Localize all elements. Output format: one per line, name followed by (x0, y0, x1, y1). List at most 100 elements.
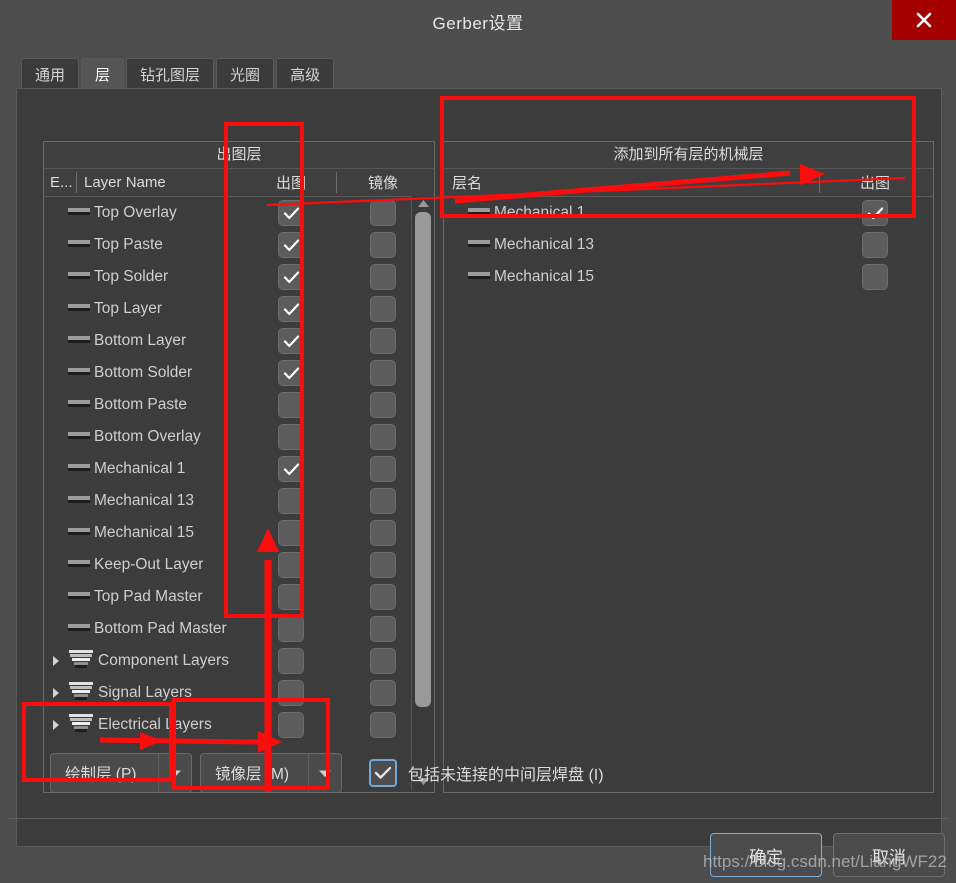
layer-color-icon (68, 396, 90, 414)
checkbox-cell (246, 389, 336, 421)
layer-color-icon-cell (64, 204, 94, 222)
mech-plot-checkbox[interactable] (862, 232, 888, 258)
tab-layers[interactable]: 层 (81, 58, 125, 89)
plot-checkbox[interactable] (278, 648, 304, 674)
plot-layers-panel: 出图层 E... Layer Name 出图 镜像 Top Overlay Top… (43, 141, 435, 793)
mirror-checkbox[interactable] (370, 264, 396, 290)
plot-checkbox[interactable] (278, 328, 304, 354)
layer-color-icon (468, 236, 490, 254)
mirror-checkbox[interactable] (370, 200, 396, 226)
expand-triangle-icon[interactable] (48, 687, 64, 699)
scroll-up-button[interactable] (412, 196, 434, 212)
mechanical-layer-label: Mechanical 13 (494, 236, 594, 253)
layer-color-icon (68, 332, 90, 350)
checkbox-cell (338, 517, 410, 549)
col-header-mirror[interactable]: 镜像 (336, 169, 430, 196)
col-header-enable[interactable]: E... (44, 169, 76, 196)
layer-color-icon-cell (64, 460, 94, 478)
plot-checkbox[interactable] (278, 584, 304, 610)
mechanical-layers-list[interactable]: Mechanical 1 Mechanical 13 Mechanical 15 (444, 197, 933, 792)
scrollbar-track[interactable] (412, 212, 434, 774)
include-pads-checkbox[interactable] (369, 759, 397, 787)
mirror-checkbox[interactable] (370, 584, 396, 610)
layer-row-label: Bottom Overlay (94, 428, 201, 445)
mirror-checkbox[interactable] (370, 424, 396, 450)
plot-layers-list[interactable]: Top Overlay Top Paste Top Solder Top Layer B… (44, 197, 410, 792)
mirror-checkbox[interactable] (370, 552, 396, 578)
mirror-checkbox[interactable] (370, 488, 396, 514)
layer-row-label: Bottom Pad Master (94, 620, 227, 637)
col-header-mech-plot[interactable]: 出图 (819, 169, 931, 196)
layer-color-icon (68, 428, 90, 446)
checkbox-cell (246, 613, 336, 645)
tab-advanced[interactable]: 高级 (276, 58, 335, 89)
col-header-plot[interactable]: 出图 (246, 169, 336, 196)
close-button[interactable] (892, 0, 956, 40)
mirror-checkbox[interactable] (370, 360, 396, 386)
layer-row-label: Top Layer (94, 300, 163, 317)
plot-checkbox[interactable] (278, 456, 304, 482)
ok-button[interactable]: 确定 (710, 833, 822, 877)
tab-drill-label: 钻孔图层 (140, 66, 201, 84)
mirror-checkbox[interactable] (370, 648, 396, 674)
checkbox-cell (338, 645, 410, 677)
plot-checkbox[interactable] (278, 680, 304, 706)
layer-color-icon-cell (64, 428, 94, 446)
expand-triangle-icon[interactable] (48, 655, 64, 667)
plot-layers-scrollbar[interactable] (411, 196, 434, 790)
mech-plot-checkbox[interactable] (862, 200, 888, 226)
mirror-checkbox[interactable] (370, 392, 396, 418)
tab-drill[interactable]: 钻孔图层 (126, 58, 215, 89)
layer-row-label: Bottom Solder (94, 364, 193, 381)
plot-checkbox[interactable] (278, 200, 304, 226)
mirror-checkbox[interactable] (370, 616, 396, 642)
plot-checkbox[interactable] (278, 232, 304, 258)
layer-color-icon-cell (64, 236, 94, 254)
layer-row-label: Signal Layers (98, 684, 192, 701)
layer-row-label: Mechanical 15 (94, 524, 194, 541)
plot-checkbox[interactable] (278, 616, 304, 642)
layer-color-icon-cell (64, 620, 94, 638)
plot-layers-column-header: E... Layer Name 出图 镜像 (44, 169, 434, 197)
plot-checkbox[interactable] (278, 392, 304, 418)
mechanical-layers-panel: 添加到所有层的机械层 层名 出图 Mechanical 1 Mechanical … (443, 141, 934, 793)
plot-checkbox[interactable] (278, 520, 304, 546)
mirror-layers-dropdown[interactable]: 镜像层 (M) (200, 753, 342, 793)
mirror-checkbox[interactable] (370, 520, 396, 546)
dialog-body: 通用 层 钻孔图层 光圈 高级 出图层 E... Layer Name 出图 镜… (7, 42, 949, 876)
mirror-checkbox[interactable] (370, 232, 396, 258)
plot-layers-dropdown[interactable]: 绘制层 (P) (50, 753, 192, 793)
plot-checkbox[interactable] (278, 264, 304, 290)
col-header-mech-layer-name[interactable]: 层名 (444, 169, 819, 196)
mechanical-panel-title: 添加到所有层的机械层 (444, 142, 933, 169)
plot-checkbox[interactable] (278, 424, 304, 450)
plot-checkbox[interactable] (278, 552, 304, 578)
plot-checkbox[interactable] (278, 296, 304, 322)
mirror-checkbox[interactable] (370, 680, 396, 706)
mirror-checkbox[interactable] (370, 296, 396, 322)
mech-plot-checkbox[interactable] (862, 264, 888, 290)
mirror-checkbox[interactable] (370, 328, 396, 354)
layer-color-icon (468, 268, 490, 286)
layer-stack-icon (68, 713, 94, 738)
checkbox-cell (338, 389, 410, 421)
layer-row-label: Mechanical 1 (94, 460, 186, 477)
mirror-checkbox[interactable] (370, 456, 396, 482)
mirror-checkbox[interactable] (370, 712, 396, 738)
tab-general[interactable]: 通用 (21, 58, 80, 89)
footer-separator (7, 818, 949, 819)
scrollbar-thumb[interactable] (415, 212, 431, 707)
expand-triangle-icon[interactable] (48, 719, 64, 731)
tab-advanced-label: 高级 (290, 66, 321, 84)
layer-color-icon (68, 236, 90, 254)
layer-row-label: Top Paste (94, 236, 163, 253)
cancel-button[interactable]: 取消 (833, 833, 945, 877)
plot-checkbox[interactable] (278, 712, 304, 738)
gerber-settings-dialog: Gerber设置 通用 层 钻孔图层 光圈 高级 出图层 E... Layer … (0, 0, 956, 883)
plot-checkbox[interactable] (278, 360, 304, 386)
tab-aperture[interactable]: 光圈 (216, 58, 275, 89)
plot-checkbox[interactable] (278, 488, 304, 514)
layer-color-icon-cell (64, 268, 94, 286)
tab-aperture-label: 光圈 (230, 66, 261, 84)
col-header-layer-name[interactable]: Layer Name (76, 169, 246, 196)
